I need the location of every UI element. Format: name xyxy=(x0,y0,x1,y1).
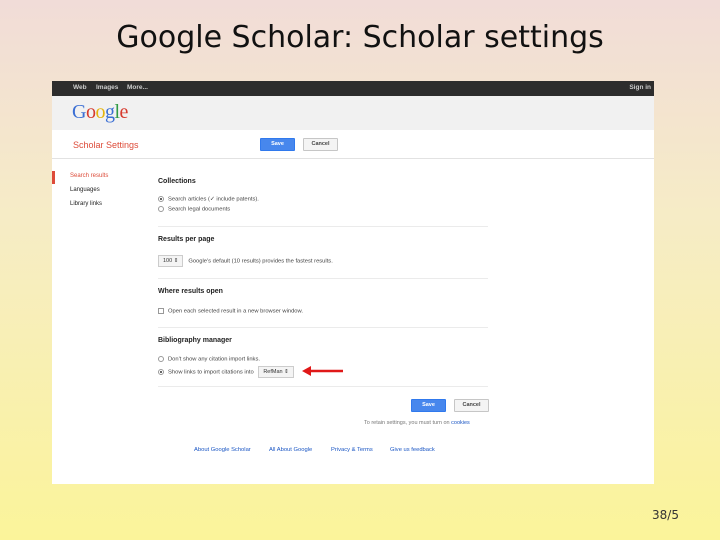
results-per-page-heading: Results per page xyxy=(158,236,215,243)
about-google-link[interactable]: All About Google xyxy=(269,447,312,453)
radio-import-citation[interactable] xyxy=(158,369,164,375)
divider xyxy=(158,226,488,227)
cookies-note: To retain settings, you must turn on coo… xyxy=(364,420,470,426)
nav-more-link[interactable]: More... xyxy=(127,84,148,91)
save-button-top[interactable]: Save xyxy=(260,138,295,151)
feedback-link[interactable]: Give us feedback xyxy=(390,447,435,453)
cancel-button-top[interactable]: Cancel xyxy=(303,138,338,151)
divider xyxy=(158,278,488,279)
divider xyxy=(158,386,488,387)
privacy-terms-link[interactable]: Privacy & Terms xyxy=(331,447,373,453)
page-number: 38/5 xyxy=(652,508,679,522)
collections-option-legal[interactable]: Search legal documents xyxy=(158,206,230,213)
bibliography-option-none[interactable]: Don't show any citation import links. xyxy=(158,356,260,363)
new-window-checkbox[interactable] xyxy=(158,308,164,314)
bibliography-heading: Bibliography manager xyxy=(158,337,232,344)
save-button-bottom[interactable]: Save xyxy=(411,399,446,412)
scholar-settings-screenshot: Web Images More... Sign in Google Schola… xyxy=(52,81,654,484)
citation-manager-select[interactable]: RefMan ⇕ xyxy=(258,366,294,378)
sidebar-item-search-results[interactable]: Search results xyxy=(70,173,108,179)
red-arrow-icon xyxy=(302,366,343,376)
collections-option-articles[interactable]: Search articles (✓ include patents). xyxy=(158,196,259,203)
radio-no-citation[interactable] xyxy=(158,356,164,362)
results-per-page-select[interactable]: 100 ⇕ xyxy=(158,255,184,267)
new-window-option[interactable]: Open each selected result in a new brows… xyxy=(158,308,303,315)
about-scholar-link[interactable]: About Google Scholar xyxy=(194,447,251,453)
divider xyxy=(158,327,488,328)
sign-in-link[interactable]: Sign in xyxy=(629,84,651,91)
nav-images-link[interactable]: Images xyxy=(96,84,118,91)
cancel-button-bottom[interactable]: Cancel xyxy=(454,399,489,412)
google-top-bar: Web Images More... Sign in xyxy=(52,81,654,96)
slide-title: Google Scholar: Scholar settings xyxy=(116,20,604,55)
nav-web-link[interactable]: Web xyxy=(73,84,87,91)
google-logo[interactable]: Google xyxy=(72,101,128,124)
where-results-open-heading: Where results open xyxy=(158,288,223,295)
bibliography-option-import[interactable]: Show links to import citations into RefM… xyxy=(158,366,299,378)
page-title: Scholar Settings xyxy=(73,140,139,150)
active-item-marker xyxy=(52,171,55,184)
sidebar-item-languages[interactable]: Languages xyxy=(70,187,100,193)
header-band: Google xyxy=(52,96,654,130)
settings-header: Scholar Settings Save Cancel xyxy=(52,130,654,159)
results-per-page-row: 100 ⇕ Google's default (10 results) provi… xyxy=(158,255,333,267)
cookies-link[interactable]: cookies xyxy=(451,420,470,426)
sidebar-item-library-links[interactable]: Library links xyxy=(70,201,102,207)
collections-heading: Collections xyxy=(158,178,196,185)
radio-legal[interactable] xyxy=(158,206,164,212)
radio-articles[interactable] xyxy=(158,196,164,202)
